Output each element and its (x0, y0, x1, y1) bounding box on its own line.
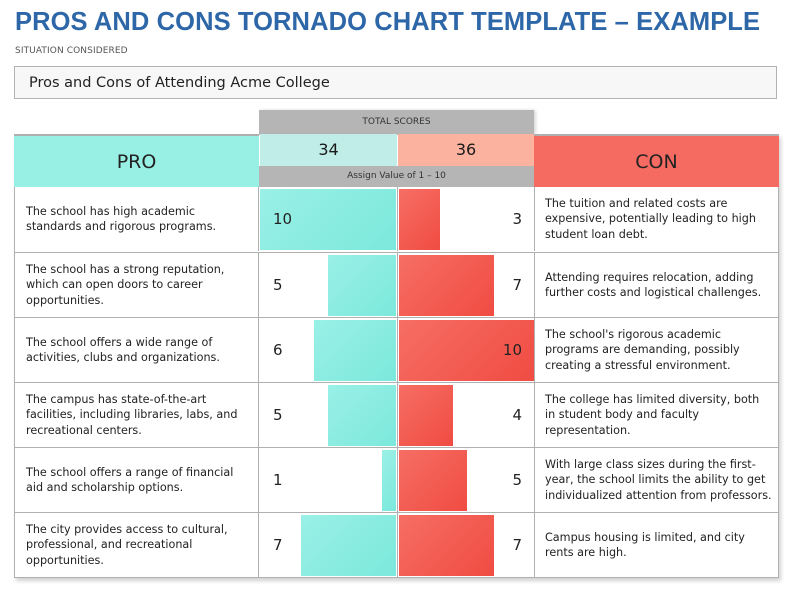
pro-value[interactable]: 5 (273, 253, 283, 317)
pro-bar (328, 255, 396, 316)
page-title: PROS AND CONS TORNADO CHART TEMPLATE – E… (15, 8, 761, 36)
con-bar (399, 515, 494, 576)
table-row: The school has high academic standards a… (14, 187, 779, 252)
con-value[interactable]: 7 (512, 513, 522, 577)
pro-value[interactable]: 7 (273, 513, 283, 577)
situation-field[interactable]: Pros and Cons of Attending Acme College (14, 66, 777, 99)
con-total-score: 36 (398, 134, 534, 166)
center-divider (397, 513, 398, 577)
con-description[interactable]: Campus housing is limited, and city rent… (534, 513, 779, 577)
pro-header: PRO (14, 134, 259, 187)
pro-total-score: 34 (260, 134, 397, 166)
pro-value[interactable]: 5 (273, 383, 283, 447)
con-value[interactable]: 10 (503, 318, 522, 382)
con-bar (399, 189, 440, 250)
con-bar (399, 450, 467, 511)
pro-description[interactable]: The city provides access to cultural, pr… (14, 513, 259, 577)
con-bar (399, 255, 494, 316)
table-row: The campus has state-of-the-art faciliti… (14, 382, 779, 447)
situation-label: SITUATION CONSIDERED (15, 46, 128, 56)
pro-description[interactable]: The school has high academic standards a… (14, 187, 259, 251)
center-divider (397, 187, 398, 251)
con-description[interactable]: With large class sizes during the first-… (534, 448, 779, 512)
pro-value[interactable]: 6 (273, 318, 283, 382)
center-divider (397, 318, 398, 382)
con-value[interactable]: 7 (512, 253, 522, 317)
center-divider (397, 383, 398, 447)
total-scores-header: TOTAL SCORES (259, 110, 534, 134)
con-value[interactable]: 4 (512, 383, 522, 447)
con-header: CON (534, 134, 779, 187)
pro-description[interactable]: The campus has state-of-the-art faciliti… (14, 383, 259, 447)
con-description[interactable]: Attending requires relocation, adding fu… (534, 253, 779, 317)
pro-bar (328, 385, 396, 446)
table-row: The school has a strong reputation, whic… (14, 252, 779, 317)
pro-description[interactable]: The school offers a range of financial a… (14, 448, 259, 512)
table-row: The school offers a wide range of activi… (14, 317, 779, 382)
pro-value[interactable]: 10 (273, 187, 292, 251)
con-value[interactable]: 3 (512, 187, 522, 251)
con-description[interactable]: The college has limited diversity, both … (534, 383, 779, 447)
center-divider (397, 253, 398, 317)
con-description[interactable]: The tuition and related costs are expens… (534, 187, 779, 251)
center-divider (397, 448, 398, 512)
table-row: The school offers a range of financial a… (14, 447, 779, 512)
con-value[interactable]: 5 (512, 448, 522, 512)
pro-value[interactable]: 1 (273, 448, 283, 512)
pro-bar (314, 320, 396, 381)
pro-bar (301, 515, 396, 576)
con-bar (399, 385, 453, 446)
pro-description[interactable]: The school has a strong reputation, whic… (14, 253, 259, 317)
table-row: The city provides access to cultural, pr… (14, 512, 779, 577)
con-description[interactable]: The school's rigorous academic programs … (534, 318, 779, 382)
pro-description[interactable]: The school offers a wide range of activi… (14, 318, 259, 382)
assign-value-label: Assign Value of 1 – 10 (259, 166, 534, 187)
pro-bar (382, 450, 396, 511)
